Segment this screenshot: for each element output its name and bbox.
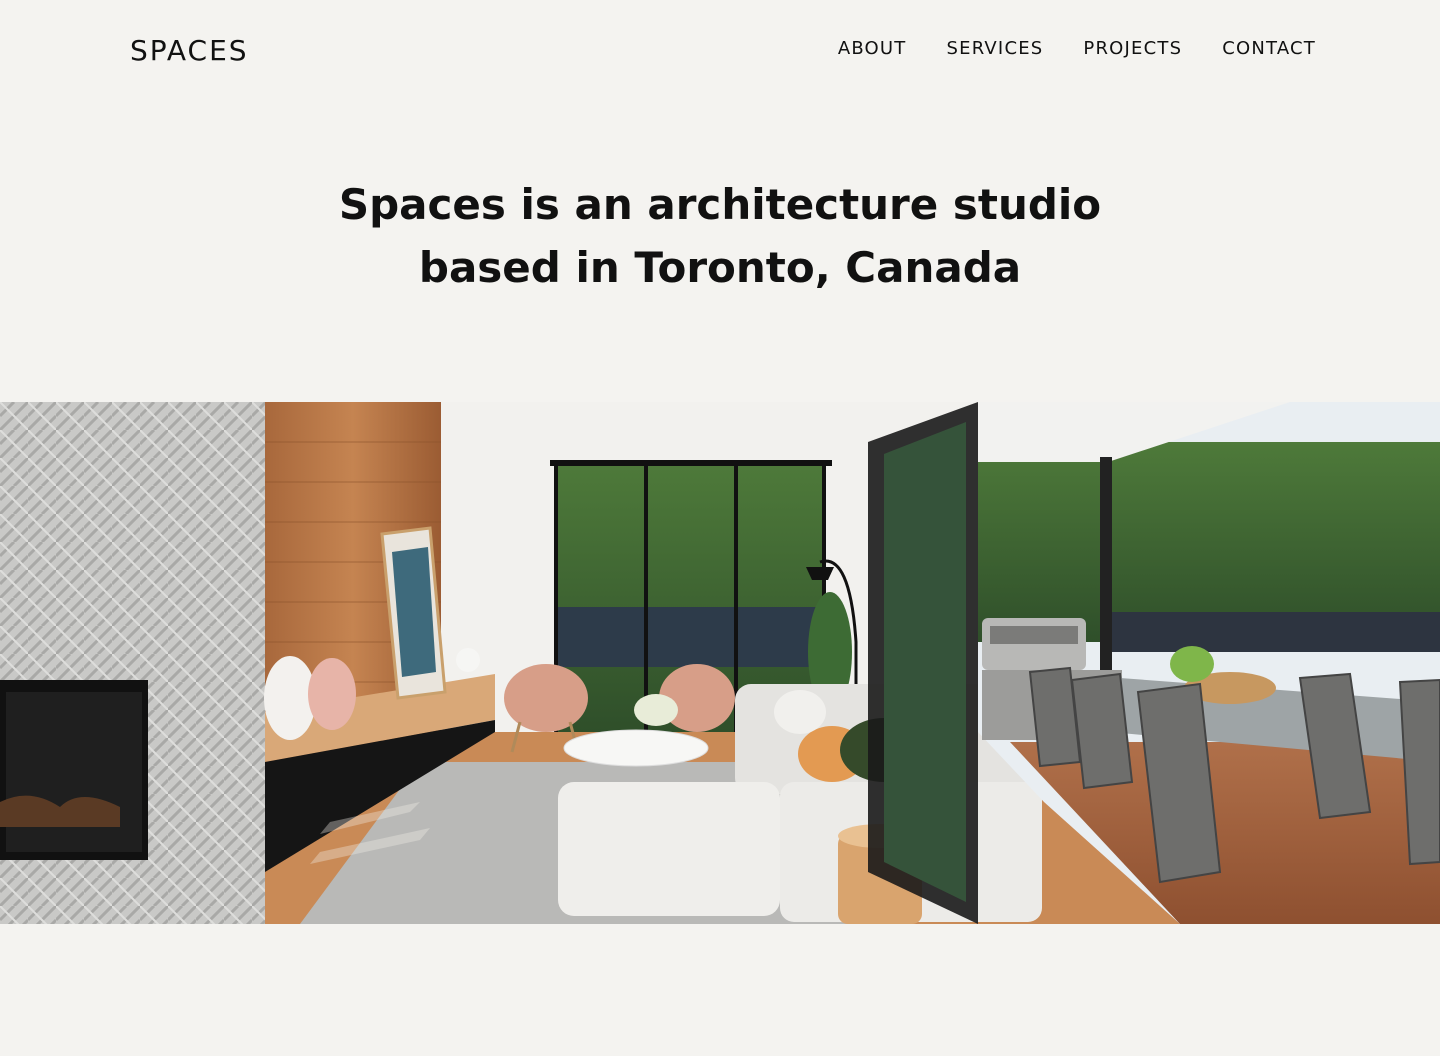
nav-link-projects[interactable]: PROJECTS — [1083, 38, 1182, 59]
site-logo[interactable]: SPACES — [130, 34, 249, 67]
nav-link-services[interactable]: SERVICES — [947, 38, 1044, 59]
site-header: SPACES ABOUT SERVICES PROJECTS CONTACT — [0, 0, 1440, 100]
main-nav: ABOUT SERVICES PROJECTS CONTACT — [838, 38, 1316, 59]
nav-link-contact[interactable]: CONTACT — [1222, 38, 1316, 59]
hero-title-line-2: based in Toronto, Canada — [418, 243, 1022, 292]
hero-title-line-1: Spaces is an architecture studio — [338, 180, 1102, 229]
hero-title: Spaces is an architecture studio based i… — [0, 173, 1440, 299]
hero-image-living-room — [0, 402, 1440, 924]
nav-link-about[interactable]: ABOUT — [838, 38, 907, 59]
